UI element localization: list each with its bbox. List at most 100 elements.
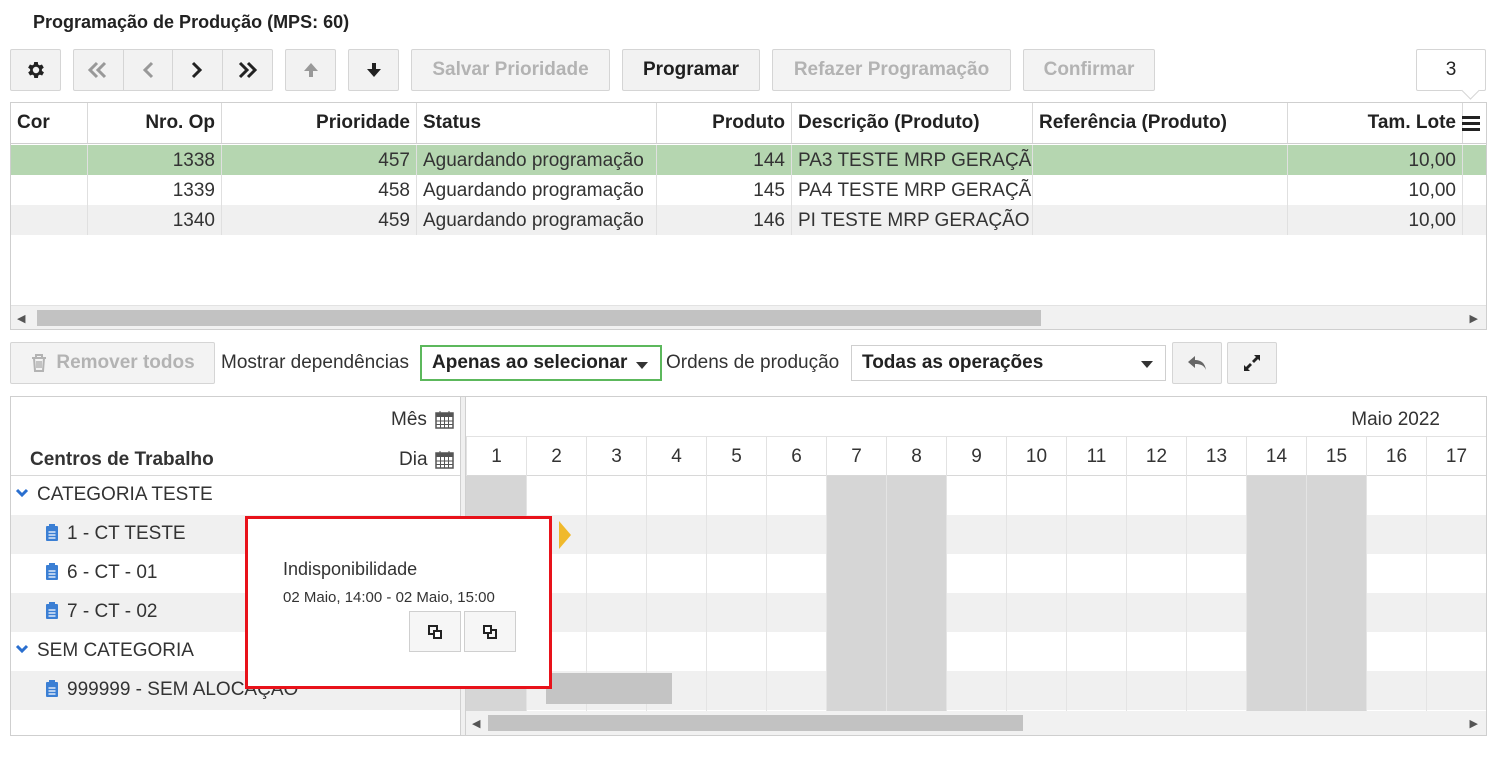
day-header: 13	[1186, 437, 1246, 476]
calendar-icon[interactable]	[435, 450, 454, 469]
production-orders-select[interactable]: Todas as operações	[851, 345, 1166, 381]
scroll-right-icon[interactable]: ▶	[1470, 717, 1478, 730]
column-header-lot-size[interactable]: Tam. Lote	[1288, 103, 1463, 143]
show-dependencies-select[interactable]: Apenas ao selecionar	[420, 345, 662, 381]
clipboard-icon	[46, 602, 58, 619]
undo-button[interactable]	[1172, 342, 1222, 384]
day-gridline	[1366, 476, 1367, 716]
non-working-day	[826, 476, 886, 712]
day-header: 4	[646, 437, 706, 476]
unavailability-tooltip: Indisponibilidade 02 Maio, 14:00 - 02 Ma…	[245, 516, 552, 689]
cell-status: Aguardando programação	[417, 175, 657, 205]
cell-cor	[11, 175, 88, 205]
category-label: CATEGORIA TESTE	[37, 484, 213, 505]
operations-table: Cor Nro. Op Prioridade Status Produto De…	[10, 102, 1487, 330]
window-restore-icon	[428, 624, 442, 639]
tooltip-range: 02 Maio, 14:00 - 02 Maio, 15:00	[283, 589, 495, 606]
non-working-day	[1306, 476, 1366, 712]
day-gridline	[706, 476, 707, 716]
move-down-button[interactable]	[348, 49, 399, 91]
column-header-op[interactable]: Nro. Op	[88, 103, 222, 143]
last-button[interactable]	[223, 50, 273, 90]
show-dependencies-label: Mostrar dependências	[221, 352, 409, 373]
page-title: Programação de Produção (MPS: 60)	[33, 12, 350, 32]
month-header: Maio 2022	[1351, 409, 1440, 430]
column-header-status[interactable]: Status	[417, 103, 657, 143]
column-header-priority[interactable]: Prioridade	[222, 103, 417, 143]
day-gridline	[1306, 476, 1307, 716]
arrow-down-icon	[366, 63, 381, 77]
day-header: 11	[1066, 437, 1126, 476]
show-dependencies-value: Apenas ao selecionar	[432, 352, 628, 373]
cell-product: 146	[657, 205, 792, 235]
column-header-description[interactable]: Descrição (Produto)	[792, 103, 1033, 143]
scrollbar-thumb[interactable]	[488, 715, 1023, 731]
calendar-icon[interactable]	[435, 410, 454, 429]
move-up-button[interactable]	[285, 49, 336, 91]
cell-lot-size: 10,00	[1288, 205, 1463, 235]
remove-all-button[interactable]: Remover todos	[10, 342, 215, 384]
expand-icon	[1244, 355, 1260, 371]
scroll-right-icon[interactable]: ▶	[1470, 312, 1478, 325]
day-gridline	[1426, 476, 1427, 716]
next-button[interactable]	[173, 50, 223, 90]
cell-lot-size: 10,00	[1288, 145, 1463, 175]
cell-product: 145	[657, 175, 792, 205]
day-header: 8	[886, 437, 946, 476]
confirm-button[interactable]: Confirmar	[1023, 49, 1155, 91]
column-header-product[interactable]: Produto	[657, 103, 792, 143]
table-row[interactable]: 1338 457 Aguardando programação 144 PA3 …	[11, 145, 1486, 175]
cell-reference	[1033, 175, 1288, 205]
day-gridline	[1006, 476, 1007, 716]
day-gridline	[1126, 476, 1127, 716]
day-header: 17	[1426, 437, 1486, 476]
expand-button[interactable]	[1227, 342, 1277, 384]
gantt-chart: Mês Centros de Trabalho Dia CATEGORIA TE…	[10, 396, 1487, 736]
program-button[interactable]: Programar	[622, 49, 760, 91]
first-button[interactable]	[74, 50, 124, 90]
cell-op: 1339	[88, 175, 222, 205]
gear-icon	[27, 62, 44, 78]
day-gridline	[946, 476, 947, 716]
timeline-panel: Maio 2022 1 2 3 4 5 6 7 8 9 10 11 12 13 14 15 16 17	[466, 397, 1486, 735]
production-orders-value: Todas as operações	[862, 352, 1044, 373]
chevron-down-icon[interactable]	[15, 644, 29, 654]
tooltip-action-button[interactable]	[409, 611, 461, 652]
cell-op: 1338	[88, 145, 222, 175]
double-chevron-left-icon	[88, 61, 107, 79]
cell-description: PA3 TESTE MRP GERAÇÃ	[792, 145, 1033, 175]
month-scale-label: Mês	[391, 409, 427, 430]
cell-cor	[11, 205, 88, 235]
table-row[interactable]: 1339 458 Aguardando programação 145 PA4 …	[11, 175, 1486, 205]
table-row[interactable]: 1340 459 Aguardando programação 146 PI T…	[11, 205, 1486, 235]
scroll-left-icon[interactable]: ◀	[472, 717, 480, 730]
settings-button[interactable]	[10, 49, 61, 91]
table-horizontal-scrollbar[interactable]: ◀ ▶	[11, 305, 1486, 329]
day-header: 15	[1306, 437, 1366, 476]
scrollbar-thumb[interactable]	[37, 310, 1041, 326]
day-header: 3	[586, 437, 646, 476]
cell-cor	[11, 145, 88, 175]
reprogram-button[interactable]: Refazer Programação	[772, 49, 1011, 91]
cell-description: PI TESTE MRP GERAÇÃO	[792, 205, 1033, 235]
column-menu-icon[interactable]	[1461, 114, 1481, 132]
clipboard-icon	[46, 563, 58, 580]
work-center-label: 1 - CT TESTE	[67, 523, 186, 544]
day-gridline	[1246, 476, 1247, 716]
tree-category-row[interactable]: CATEGORIA TESTE	[11, 476, 460, 515]
operation-bar[interactable]	[546, 673, 672, 704]
save-priority-button[interactable]: Salvar Prioridade	[411, 49, 610, 91]
tooltip-action-button[interactable]	[464, 611, 516, 652]
scroll-left-icon[interactable]: ◀	[17, 312, 25, 325]
previous-button[interactable]	[124, 50, 173, 90]
column-header-reference[interactable]: Referência (Produto)	[1033, 103, 1288, 143]
column-header-cor[interactable]: Cor	[11, 103, 88, 143]
trash-icon	[32, 354, 47, 372]
work-center-label: 7 - CT - 02	[67, 601, 158, 622]
cell-lot-size: 10,00	[1288, 175, 1463, 205]
chevron-down-icon[interactable]	[15, 488, 29, 498]
double-chevron-right-icon	[239, 61, 258, 79]
clipboard-icon	[46, 524, 58, 541]
gantt-horizontal-scrollbar[interactable]: ◀ ▶	[466, 711, 1486, 735]
day-header: 9	[946, 437, 1006, 476]
